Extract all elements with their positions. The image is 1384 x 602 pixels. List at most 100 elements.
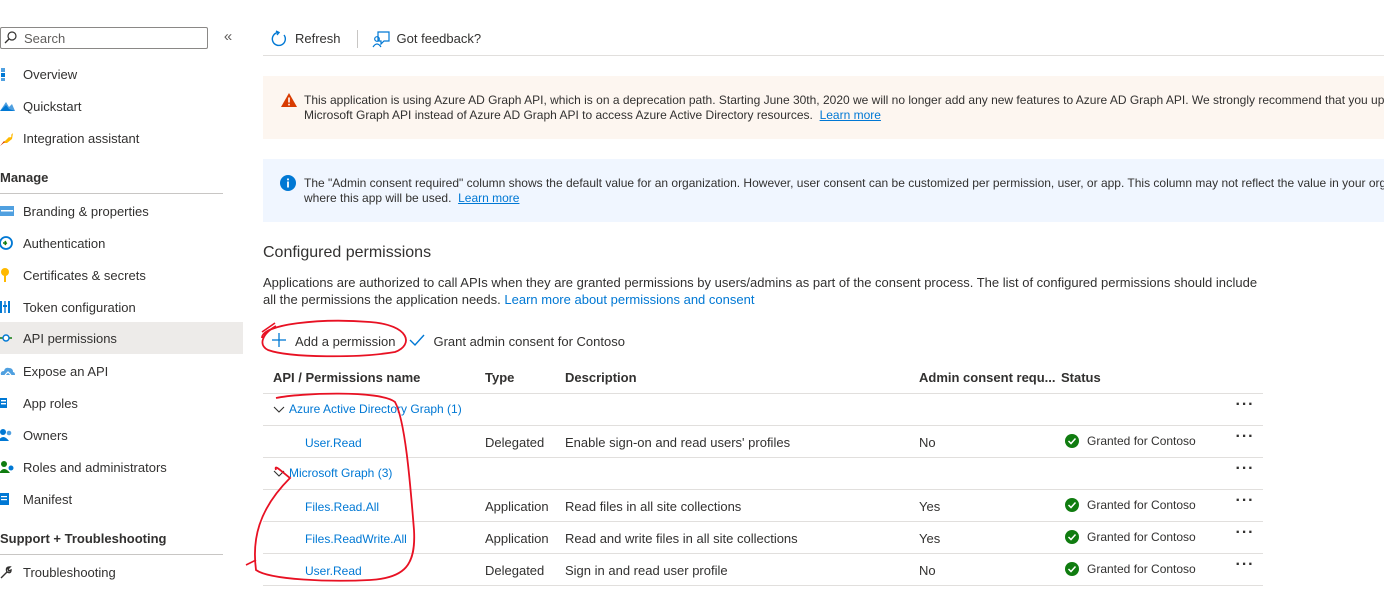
sidebar-item-label: App roles: [23, 395, 78, 411]
success-check-icon: [1065, 498, 1079, 512]
status-label: Granted for Contoso: [1087, 530, 1196, 544]
info-text: The "Admin consent required" column show…: [304, 176, 1384, 206]
api-permissions-icon: [0, 330, 16, 346]
permission-type: Application: [485, 531, 549, 546]
quickstart-icon: [0, 98, 16, 114]
feedback-icon: [372, 30, 390, 48]
sidebar-item-label: Expose an API: [23, 363, 109, 379]
column-header-status[interactable]: Status: [1061, 370, 1101, 385]
sidebar-divider: [0, 193, 223, 194]
sidebar-item-label: Overview: [23, 66, 78, 82]
sidebar-item-overview[interactable]: Overview: [0, 58, 243, 90]
sidebar-item-quickstart[interactable]: Quickstart: [0, 90, 243, 122]
deprecation-warning-banner: This application is using Azure AD Graph…: [263, 76, 1384, 139]
sidebar-item-integration-assistant[interactable]: Integration assistant: [0, 122, 243, 154]
success-check-icon: [1065, 562, 1079, 576]
sidebar-item-label: Token configuration: [23, 299, 136, 315]
column-header-admin-consent[interactable]: Admin consent requ...: [919, 370, 1056, 385]
warning-learn-more-link[interactable]: Learn more: [820, 108, 881, 122]
sidebar-item-branding[interactable]: Branding & properties: [0, 195, 243, 227]
admin-consent-required: No: [919, 435, 936, 450]
learn-more-permissions-link[interactable]: Learn more about permissions and consent: [504, 292, 754, 307]
warning-line-1: This application is using Azure AD Graph…: [304, 93, 1384, 107]
permission-description: Sign in and read user profile: [565, 563, 728, 578]
sidebar-divider: [0, 554, 223, 555]
sidebar-item-certificates[interactable]: Certificates & secrets: [0, 259, 243, 291]
token-icon: [0, 299, 16, 315]
warning-line-2: Microsoft Graph API instead of Azure AD …: [304, 108, 813, 122]
success-check-icon: [1065, 530, 1079, 544]
info-line-2: where this app will be used.: [304, 191, 452, 205]
admin-consent-required: Yes: [919, 499, 941, 514]
section-description: Applications are authorized to call APIs…: [263, 274, 1263, 308]
success-check-icon: [1065, 434, 1079, 448]
permission-type: Delegated: [485, 435, 545, 450]
chevron-down-icon[interactable]: [273, 467, 285, 479]
more-actions-button[interactable]: ···: [1233, 461, 1257, 482]
sidebar-item-label: Manifest: [23, 491, 73, 507]
refresh-icon: [270, 29, 288, 48]
sidebar-item-expose-api[interactable]: Expose an API: [0, 355, 243, 387]
feedback-button[interactable]: Got feedback?: [372, 27, 481, 51]
branding-icon: [0, 203, 16, 219]
group-row-microsoft-graph[interactable]: Microsoft Graph (3) ···: [263, 458, 1263, 490]
sidebar: « Overview Quickstart Integration assist…: [0, 0, 243, 602]
column-header-type[interactable]: Type: [485, 370, 514, 385]
permissions-table: API / Permissions name Type Description …: [263, 362, 1263, 586]
refresh-label: Refresh: [295, 31, 341, 46]
permission-type: Application: [485, 499, 549, 514]
search-input[interactable]: [24, 30, 204, 46]
column-header-description[interactable]: Description: [565, 370, 637, 385]
sidebar-item-manifest[interactable]: Manifest: [0, 483, 243, 515]
app-roles-icon: [0, 395, 16, 411]
section-title: Configured permissions: [263, 244, 432, 261]
more-actions-button[interactable]: ···: [1233, 429, 1257, 450]
manifest-icon: [0, 491, 16, 507]
sidebar-item-label: Authentication: [23, 235, 106, 251]
chevron-down-icon[interactable]: [273, 403, 285, 415]
grant-admin-consent-button[interactable]: Grant admin consent for Contoso: [409, 332, 625, 351]
permission-name-link[interactable]: User.Read: [305, 436, 362, 450]
plus-icon: [271, 332, 287, 351]
group-name: Azure Active Directory Graph (1): [289, 402, 462, 416]
cloud-icon: [0, 363, 16, 379]
permission-description: Read files in all site collections: [565, 499, 742, 514]
search-icon: [4, 31, 17, 44]
sidebar-item-api-permissions[interactable]: API permissions: [0, 322, 243, 354]
sidebar-item-troubleshooting[interactable]: Troubleshooting: [0, 556, 243, 588]
group-label[interactable]: Azure Active Directory Graph (1): [273, 402, 462, 416]
refresh-button[interactable]: Refresh: [270, 27, 341, 51]
table-row: Files.ReadWrite.All Application Read and…: [263, 522, 1263, 554]
column-header-name[interactable]: API / Permissions name: [273, 370, 420, 385]
more-actions-button[interactable]: ···: [1233, 525, 1257, 546]
more-actions-button[interactable]: ···: [1233, 557, 1257, 578]
more-actions-button[interactable]: ···: [1233, 493, 1257, 514]
sidebar-item-authentication[interactable]: Authentication: [0, 227, 243, 259]
checkmark-icon: [409, 332, 425, 351]
grant-admin-consent-label: Grant admin consent for Contoso: [433, 333, 625, 349]
sidebar-item-roles-administrators[interactable]: Roles and administrators: [0, 451, 243, 483]
group-row-azure-ad-graph[interactable]: Azure Active Directory Graph (1) ···: [263, 394, 1263, 426]
more-actions-button[interactable]: ···: [1233, 397, 1257, 418]
search-box[interactable]: [0, 27, 208, 49]
sidebar-item-label: Branding & properties: [23, 203, 149, 219]
manage-heading: Manage: [0, 170, 49, 185]
sidebar-item-token-configuration[interactable]: Token configuration: [0, 291, 243, 323]
permission-name-link[interactable]: Files.Read.All: [305, 500, 379, 514]
warning-icon: [280, 92, 298, 112]
sidebar-item-label: Troubleshooting: [23, 564, 116, 580]
status-label: Granted for Contoso: [1087, 498, 1196, 512]
key-icon: [0, 267, 16, 283]
sidebar-item-label: API permissions: [23, 330, 117, 346]
table-row: User.Read Delegated Sign in and read use…: [263, 554, 1263, 586]
sidebar-item-label: Owners: [23, 427, 68, 443]
group-label[interactable]: Microsoft Graph (3): [273, 466, 392, 480]
collapse-sidebar-button[interactable]: «: [220, 28, 236, 46]
add-permission-button[interactable]: Add a permission: [271, 332, 395, 351]
info-learn-more-link[interactable]: Learn more: [458, 191, 519, 205]
permission-name-link[interactable]: User.Read: [305, 564, 362, 578]
permission-name-link[interactable]: Files.ReadWrite.All: [305, 532, 407, 546]
sidebar-item-app-roles[interactable]: App roles: [0, 387, 243, 419]
sidebar-item-owners[interactable]: Owners: [0, 419, 243, 451]
owners-icon: [0, 427, 16, 443]
